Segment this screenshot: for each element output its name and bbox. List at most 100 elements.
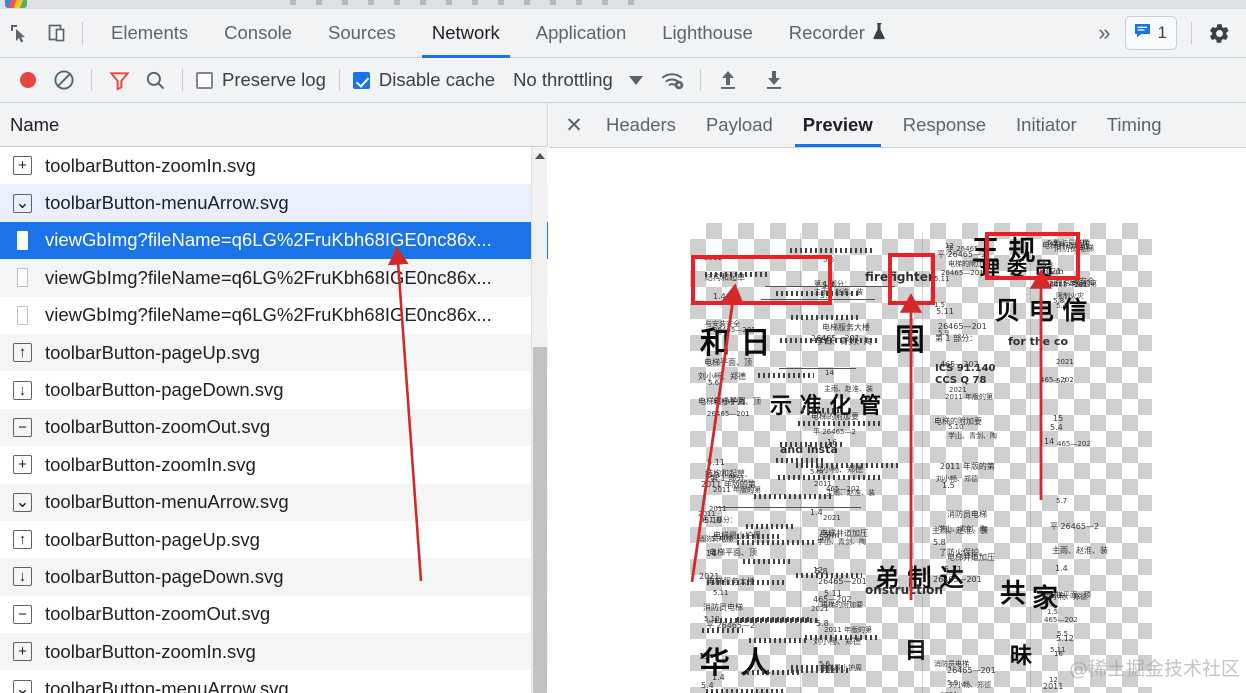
document-text: for the co [1008, 335, 1069, 348]
document-text: 2011 年版的第 [940, 462, 995, 471]
document-text: 2021 [949, 386, 967, 394]
upload-arrow-icon[interactable] [710, 62, 746, 98]
request-list-scrollbar[interactable] [531, 147, 547, 693]
search-icon[interactable] [137, 62, 173, 98]
record-circle-icon[interactable] [10, 62, 46, 98]
devtools-tab-list: Elements Console Sources Network Applica… [93, 9, 905, 58]
more-tabs-overflow-button[interactable]: » [1084, 22, 1124, 44]
preserve-log-checkbox[interactable]: Preserve log [192, 69, 330, 91]
table-row[interactable]: ↑ toolbarButton-pageUp.svg [0, 333, 548, 372]
request-name: viewGbImg?fileName=q6LG%2FruKbh68IGE0nc8… [45, 304, 492, 326]
tab-headers[interactable]: Headers [591, 103, 691, 147]
document-text: 了防火保护。 [939, 548, 987, 557]
table-row[interactable]: viewGbImg?fileName=q6LG%2FruKbh68IGE0nc8… [0, 221, 548, 260]
table-row[interactable]: ⌄ toolbarButton-menuArrow.svg [0, 670, 548, 693]
annotation-box-middle [888, 253, 935, 305]
minus-box-icon: − [12, 417, 33, 438]
document-text: 2011 年版的第 [824, 626, 873, 634]
tab-application[interactable]: Application [518, 9, 645, 58]
tab-network[interactable]: Network [414, 9, 518, 58]
devtools-window: Elements Console Sources Network Applica… [0, 0, 1246, 693]
page-icon [12, 305, 33, 326]
rule-line [779, 368, 856, 369]
page-icon [12, 267, 33, 288]
table-row[interactable]: − toolbarButton-zoomOut.svg [0, 595, 548, 634]
table-row[interactable]: ⌄ toolbarButton-menuArrow.svg [0, 184, 548, 222]
clear-no-entry-icon[interactable] [46, 62, 82, 98]
document-text: 5.7 [1056, 497, 1068, 505]
document-text: 共 [1000, 579, 1027, 609]
disable-cache-checkbox[interactable]: Disable cache [349, 69, 499, 91]
request-table-body[interactable]: + toolbarButton-zoomIn.svg ⌄ toolbarButton-… [0, 147, 548, 693]
filter-funnel-icon[interactable] [101, 62, 137, 98]
network-toolbar: Preserve log Disable cache No throttling [0, 58, 1246, 103]
tab-label: Elements [111, 22, 189, 43]
document-text: 电梯平面、顶 [713, 397, 761, 406]
leader-dots [747, 670, 800, 675]
devtools-tabbar: Elements Console Sources Network Applica… [0, 9, 1246, 58]
tab-label: Console [224, 22, 293, 43]
leader-dots [737, 534, 782, 539]
page-icon [12, 230, 33, 251]
table-row[interactable]: viewGbImg?fileName=q6LG%2FruKbh68IGE0nc8… [0, 259, 548, 297]
table-row[interactable]: ↓ toolbarButton-pageDown.svg [0, 371, 548, 409]
leader-dots [791, 315, 858, 320]
tab-response[interactable]: Response [888, 103, 1001, 147]
leader-dots [746, 524, 795, 529]
leader-dots [758, 373, 814, 378]
table-row[interactable]: + toolbarButton-zoomIn.svg [0, 147, 548, 185]
tab-sources[interactable]: Sources [310, 9, 414, 58]
table-row[interactable]: viewGbImg?fileName=q6LG%2FruKbh68IGE0nc8… [0, 296, 548, 334]
document-text: 5.9 [947, 679, 959, 687]
leader-dots [715, 618, 820, 623]
document-text: 目 [905, 639, 928, 664]
document-text: 2011 [1043, 682, 1064, 691]
device-toolbar-icon[interactable] [38, 13, 76, 53]
document-text: 平 26465—2 [1050, 522, 1100, 531]
tab-console[interactable]: Console [206, 9, 310, 58]
browser-logo-icon [5, 0, 27, 8]
document-text: 主雨、赵淮、装 [932, 526, 988, 535]
table-row[interactable]: ↓ toolbarButton-pageDown.svg [0, 558, 548, 596]
preview-viewport[interactable]: 王 规理 委 员和 日国贝 电 信示 准 化 管弟 制 达共家华 人标 准目昧f… [549, 148, 1246, 693]
document-text: 2021 [823, 514, 841, 522]
gear-icon[interactable] [1200, 13, 1238, 53]
detail-tabbar: ✕ Headers Payload Preview Response Initi… [549, 103, 1246, 148]
inspect-cursor-icon[interactable] [0, 13, 38, 53]
tab-initiator[interactable]: Initiator [1001, 103, 1092, 147]
tab-timing[interactable]: Timing [1092, 103, 1177, 147]
document-text: 1.5 [934, 301, 946, 309]
arrow-up-box-icon: ↑ [12, 529, 33, 550]
document-text: 电梯平面、顶 [709, 548, 757, 557]
document-text: 消防员电梯 [947, 510, 987, 519]
rule-line [716, 507, 861, 508]
download-arrow-icon[interactable] [756, 62, 792, 98]
table-row[interactable]: ⌄ toolbarButton-menuArrow.svg [0, 483, 548, 521]
document-text: 5.11 [707, 458, 725, 467]
scrollbar-thumb[interactable] [533, 347, 547, 693]
document-text: 5 m [700, 652, 714, 660]
status-badge[interactable]: 1 [1124, 16, 1177, 50]
throttling-select[interactable]: No throttling [513, 69, 643, 91]
wifi-gear-icon[interactable] [655, 62, 691, 98]
table-row[interactable]: − toolbarButton-zoomOut.svg [0, 408, 548, 447]
tabbar-right-group: » 1 [1084, 9, 1246, 58]
minus-box-icon: − [12, 604, 33, 625]
checkbox-box [352, 71, 370, 89]
tab-payload[interactable]: Payload [691, 103, 788, 147]
document-text: 学山、青剑、陶 [948, 432, 997, 440]
table-row[interactable]: + toolbarButton-zoomIn.svg [0, 633, 548, 671]
table-row[interactable]: + toolbarButton-zoomIn.svg [0, 446, 548, 484]
watermark-text: @稀土掘金技术社区 [1068, 658, 1240, 680]
tab-lighthouse[interactable]: Lighthouse [644, 9, 771, 58]
tab-elements[interactable]: Elements [93, 9, 206, 58]
request-detail-panel: ✕ Headers Payload Preview Response Initi… [549, 103, 1246, 693]
document-text: 26465—201 [941, 269, 984, 277]
arrow-up-box-icon: ↑ [12, 342, 33, 363]
scroll-up-arrow-icon[interactable] [535, 153, 545, 159]
document-text: 5.11 [713, 589, 729, 597]
table-row[interactable]: ↑ toolbarButton-pageUp.svg [0, 520, 548, 559]
tab-recorder[interactable]: Recorder [771, 9, 905, 58]
close-icon[interactable]: ✕ [557, 103, 591, 147]
tab-preview[interactable]: Preview [788, 103, 888, 147]
